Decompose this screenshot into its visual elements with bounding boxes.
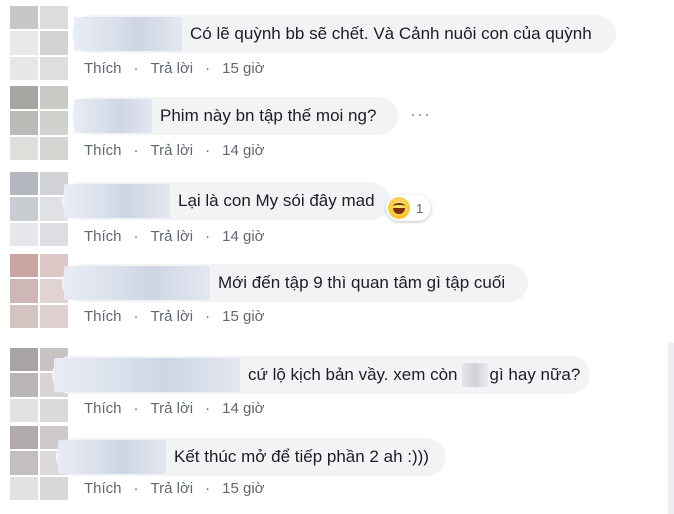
haha-emoji-icon [388, 197, 410, 219]
comment-text-part-2: gì hay nữa? [489, 365, 581, 384]
author-name-blurred[interactable] [64, 266, 210, 300]
like-button[interactable]: Thích [84, 60, 122, 77]
scrollbar[interactable] [668, 343, 674, 514]
comment-item: Mới đến tập 9 thì quan tâm gì tập cuối T… [0, 252, 674, 336]
author-name-blurred[interactable] [64, 184, 170, 218]
author-name-blurred[interactable] [74, 17, 182, 51]
comment-text: Kết thúc mở để tiếp phần 2 ah :))) [174, 447, 429, 466]
reply-button[interactable]: Trả lời [151, 400, 194, 417]
separator: · [205, 142, 211, 159]
ellipsis-icon[interactable]: ··· [410, 104, 431, 125]
timestamp[interactable]: 15 giờ [222, 308, 264, 325]
comment-text: Có lẽ quỳnh bb sẽ chết. Và Cảnh nuôi con… [190, 24, 592, 43]
reply-button[interactable]: Trả lời [151, 480, 194, 497]
like-button[interactable]: Thích [84, 400, 122, 417]
timestamp[interactable]: 14 giờ [222, 228, 264, 245]
comment-item: Lại là con My sói đây mad 1 Thích · Trả … [0, 170, 674, 254]
author-name-blurred[interactable] [54, 358, 240, 392]
comment-bubble: cứ lộ kịch bản vầy. xem còn gì hay nữa? [52, 356, 590, 394]
comment-text: Phim này bn tập thế moi ng? [160, 106, 377, 125]
separator: · [133, 480, 139, 497]
author-name-blurred[interactable] [58, 440, 166, 474]
timestamp[interactable]: 15 giờ [222, 60, 264, 77]
comment-text-part-1: cứ lộ kịch bản vầy. xem còn [248, 365, 458, 384]
comment-bubble: Có lẽ quỳnh bb sẽ chết. Và Cảnh nuôi con… [72, 15, 616, 53]
comment-actions: Thích · Trả lời · 14 giờ [84, 400, 265, 417]
separator: · [133, 400, 139, 417]
reaction-badge[interactable]: 1 [386, 195, 432, 221]
comment-bubble: Lại là con My sói đây mad [62, 182, 390, 220]
like-button[interactable]: Thích [84, 228, 122, 245]
comment-actions: Thích · Trả lời · 14 giờ [84, 142, 265, 159]
reply-button[interactable]: Trả lời [151, 228, 194, 245]
timestamp[interactable]: 14 giờ [222, 142, 264, 159]
comment-item: Kết thúc mở để tiếp phần 2 ah :))) Thích… [0, 424, 674, 508]
timestamp[interactable]: 14 giờ [222, 400, 264, 417]
separator: · [133, 142, 139, 159]
reply-button[interactable]: Trả lời [151, 142, 194, 159]
avatar[interactable] [10, 254, 68, 328]
comment-item: Có lẽ quỳnh bb sẽ chết. Và Cảnh nuôi con… [0, 4, 674, 88]
like-button[interactable]: Thích [84, 480, 122, 497]
separator: · [205, 228, 211, 245]
separator: · [205, 400, 211, 417]
separator: · [133, 308, 139, 325]
comment-actions: Thích · Trả lời · 15 giờ [84, 60, 265, 77]
comment-text: Mới đến tập 9 thì quan tâm gì tập cuối [218, 273, 506, 292]
separator: · [205, 60, 211, 77]
reply-button[interactable]: Trả lời [151, 60, 194, 77]
separator: · [205, 480, 211, 497]
comment-actions: Thích · Trả lời · 15 giờ [84, 480, 265, 497]
comment-actions: Thích · Trả lời · 14 giờ [84, 228, 265, 245]
author-name-blurred[interactable] [74, 99, 152, 133]
comment-bubble: Mới đến tập 9 thì quan tâm gì tập cuối [62, 264, 528, 302]
reply-button[interactable]: Trả lời [151, 308, 194, 325]
comment-bubble: Phim này bn tập thế moi ng? [72, 97, 398, 135]
avatar[interactable] [10, 6, 68, 80]
avatar[interactable] [10, 172, 68, 246]
comment-bubble: Kết thúc mở để tiếp phần 2 ah :))) [56, 438, 446, 476]
comment-item: Phim này bn tập thế moi ng? ··· Thích · … [0, 86, 674, 170]
comment-text: Lại là con My sói đây mad [178, 191, 375, 210]
timestamp[interactable]: 15 giờ [222, 480, 264, 497]
like-button[interactable]: Thích [84, 142, 122, 159]
blurred-word [461, 363, 488, 387]
separator: · [133, 228, 139, 245]
reaction-count: 1 [416, 200, 424, 216]
comment-actions: Thích · Trả lời · 15 giờ [84, 308, 265, 325]
like-button[interactable]: Thích [84, 308, 122, 325]
separator: · [205, 308, 211, 325]
avatar[interactable] [10, 86, 68, 160]
comment-item: cứ lộ kịch bản vầy. xem còn gì hay nữa? … [0, 344, 674, 428]
separator: · [133, 60, 139, 77]
